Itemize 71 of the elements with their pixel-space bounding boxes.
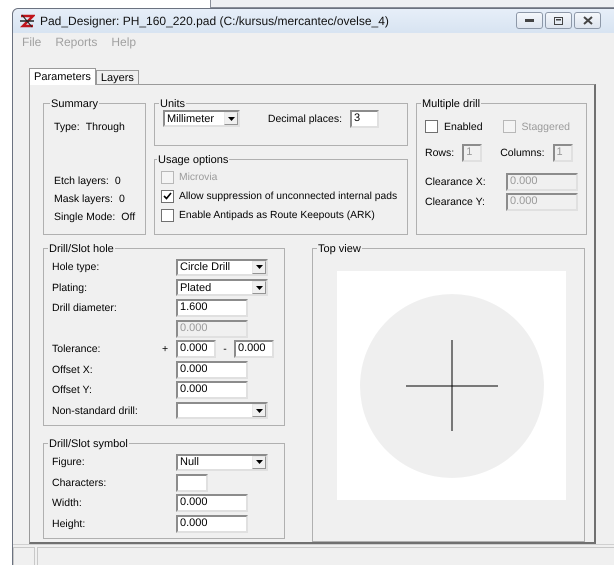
- input-field[interactable]: 0.000: [176, 494, 248, 512]
- summary-value: Through: [86, 120, 125, 133]
- checkbox-label: Allow suppression of unconnected internal pads: [179, 190, 398, 202]
- field-label: Clearance X:: [425, 176, 486, 188]
- input-field[interactable]: 0.000: [176, 340, 216, 358]
- field-label: Columns:: [500, 146, 545, 159]
- field-label: Characters:: [52, 476, 108, 489]
- caret-icon: [256, 408, 262, 413]
- input-field[interactable]: 0.000: [176, 381, 248, 400]
- caret-icon: [256, 286, 262, 290]
- checkbox-label: Enabled: [444, 120, 483, 133]
- tab[interactable]: Layers: [96, 70, 139, 84]
- window-title: Pad_Designer: PH_160_220.pad (C:/kursus/mercantec/ovelse_4): [40, 14, 390, 28]
- group-title: Usage options: [157, 154, 230, 166]
- input-field[interactable]: 0.000: [176, 514, 248, 533]
- field-label: Drill diameter:: [52, 302, 118, 314]
- field-label: Hole type:: [52, 261, 100, 274]
- checkbox[interactable]: [425, 120, 438, 134]
- summary-value: 0: [114, 174, 121, 187]
- dropdown[interactable]: Null: [176, 454, 268, 471]
- dropdown[interactable]: [176, 402, 268, 420]
- field-label: Non-standard drill:: [52, 404, 139, 417]
- field-label: Plating:: [52, 282, 88, 294]
- caret-icon: [256, 265, 262, 270]
- summary-label: Type:: [54, 120, 80, 133]
- checkbox-label: Microvia: [179, 172, 218, 183]
- dropdown[interactable]: Millimeter: [163, 110, 240, 128]
- app-icon: [19, 14, 35, 28]
- dropdown[interactable]: Circle Drill: [176, 258, 268, 276]
- caret-icon: [228, 116, 234, 121]
- input-field[interactable]: 0.000: [234, 340, 274, 358]
- minimize-icon: [525, 19, 534, 22]
- summary-label: Etch layers:: [54, 174, 109, 187]
- summary-value: Off: [121, 210, 136, 223]
- field-label: Rows:: [425, 146, 454, 159]
- input-field[interactable]: 0.000: [176, 360, 248, 379]
- summary-value: 0: [118, 192, 125, 205]
- field-label: Tolerance:: [52, 343, 102, 356]
- restore-icon: [554, 16, 563, 25]
- group-title: Drill/Slot hole: [48, 242, 115, 255]
- group-title: Multiple drill: [421, 98, 482, 110]
- checkbox[interactable]: [161, 208, 174, 222]
- field-label: Offset Y:: [52, 384, 93, 396]
- summary-label: Mask layers:: [54, 192, 113, 205]
- field-label: Figure:: [52, 456, 86, 468]
- field-label: Width:: [52, 497, 83, 510]
- minus-sign: -: [222, 343, 228, 356]
- input-field[interactable]: 1.600: [176, 299, 248, 318]
- caret-icon: [256, 460, 262, 464]
- checkbox-label: Staggered: [522, 120, 570, 133]
- group-title: Summary: [50, 98, 100, 110]
- field-label: Height:: [52, 518, 86, 530]
- input-field[interactable]: [176, 474, 208, 492]
- field-label: Clearance Y:: [425, 196, 485, 208]
- field-label: Offset X:: [52, 364, 94, 376]
- checkbox-label: Enable Antipads as Route Keepouts (ARK): [179, 210, 375, 221]
- close-button[interactable]: [574, 12, 601, 30]
- summary-label: Single Mode:: [54, 210, 116, 223]
- status-bar-cell: [13, 547, 35, 565]
- maximize-button[interactable]: [545, 12, 572, 30]
- close-icon: [582, 16, 592, 26]
- tab[interactable]: Parameters: [29, 68, 96, 85]
- input-field[interactable]: 3: [350, 110, 379, 128]
- plus-sign: +: [162, 343, 170, 356]
- field-label: Decimal places:: [268, 112, 342, 125]
- dropdown[interactable]: Plated: [176, 279, 268, 296]
- minimize-button[interactable]: [516, 12, 543, 30]
- group-title: Drill/Slot symbol: [48, 438, 129, 450]
- group-title: Units: [159, 98, 186, 110]
- group-title: Top view: [317, 242, 362, 255]
- checkbox[interactable]: [161, 190, 174, 203]
